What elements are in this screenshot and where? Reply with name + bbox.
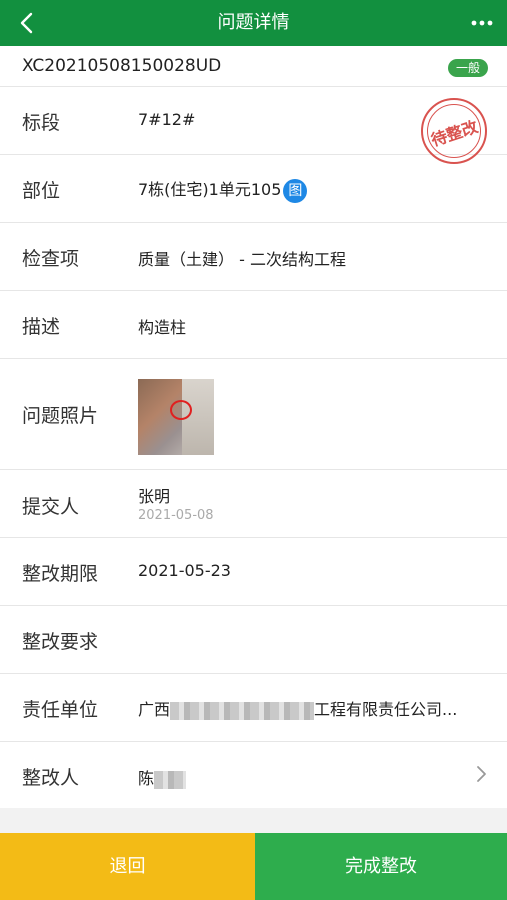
check-item-row: 检查项 质量（土建） - 二次结构工程 — [0, 223, 507, 291]
section-row: 标段 7#12# 待整改 — [0, 87, 507, 164]
rectifier-label: 整改人 — [22, 767, 80, 789]
check-item-value: 质量（土建） - 二次结构工程 — [138, 250, 346, 269]
section-value: 7#12# — [138, 110, 196, 129]
responsible-unit-suffix: 工程有限责任公司... — [314, 700, 458, 719]
submitter-row: 提交人 张明 2021-05-08 — [0, 470, 507, 538]
photos-label: 问题照片 — [22, 405, 99, 427]
rectifier-name: 陈 — [138, 769, 155, 788]
responsible-unit-value: 广西 工程有限责任公司... — [138, 696, 457, 720]
description-label: 描述 — [22, 316, 61, 338]
responsible-unit-row: 责任单位 广西 工程有限责任公司... — [0, 674, 507, 742]
issue-detail-card: XC20210508150028UD 一般 标段 7#12# 待整改 部位 7栋… — [0, 46, 507, 808]
section-label: 标段 — [22, 112, 61, 134]
redacted-text — [170, 701, 315, 720]
description-row: 描述 构造柱 — [0, 291, 507, 359]
submitter-name: 张明 — [138, 487, 171, 506]
location-label: 部位 — [22, 180, 61, 202]
page-title: 问题详情 — [217, 12, 290, 33]
rectifier-row[interactable]: 整改人 陈 — [0, 742, 507, 808]
location-value-wrap: 7栋(住宅)1单元105 图 — [138, 176, 308, 203]
more-button[interactable] — [465, 6, 499, 40]
severity-badge: 一般 — [447, 59, 488, 77]
deadline-value: 2021-05-23 — [138, 561, 231, 580]
complete-rectification-button[interactable]: 完成整改 — [255, 833, 507, 900]
submitter-label: 提交人 — [22, 496, 80, 518]
drawing-badge[interactable]: 图 — [283, 178, 308, 203]
issue-photo-thumbnail[interactable] — [138, 379, 214, 455]
location-value: 7栋(住宅)1单元105 — [138, 180, 282, 199]
requirement-label: 整改要求 — [22, 631, 99, 653]
deadline-label: 整改期限 — [22, 563, 99, 585]
action-footer: 退回 完成整改 — [0, 833, 507, 900]
check-item-label: 检查项 — [22, 248, 80, 270]
responsible-unit-prefix: 广西 — [138, 700, 171, 719]
issue-code: XC20210508150028UD — [22, 56, 222, 76]
deadline-row: 整改期限 2021-05-23 — [0, 538, 507, 606]
rectifier-value: 陈 — [138, 765, 187, 789]
top-bar: 问题详情 — [0, 0, 507, 46]
location-row: 部位 7栋(住宅)1单元105 图 — [0, 155, 507, 223]
issue-code-bar: XC20210508150028UD 一般 — [0, 46, 507, 87]
marked-defect-circle — [170, 400, 192, 420]
redacted-text — [154, 770, 187, 789]
description-value: 构造柱 — [138, 318, 187, 337]
submit-date: 2021-05-08 — [138, 508, 214, 523]
photos-row: 问题照片 — [0, 359, 507, 470]
chevron-right-icon — [477, 766, 486, 782]
return-button[interactable]: 退回 — [0, 833, 255, 900]
responsible-unit-label: 责任单位 — [22, 699, 99, 721]
more-dots-icon — [471, 20, 493, 26]
requirement-row: 整改要求 — [0, 606, 507, 674]
